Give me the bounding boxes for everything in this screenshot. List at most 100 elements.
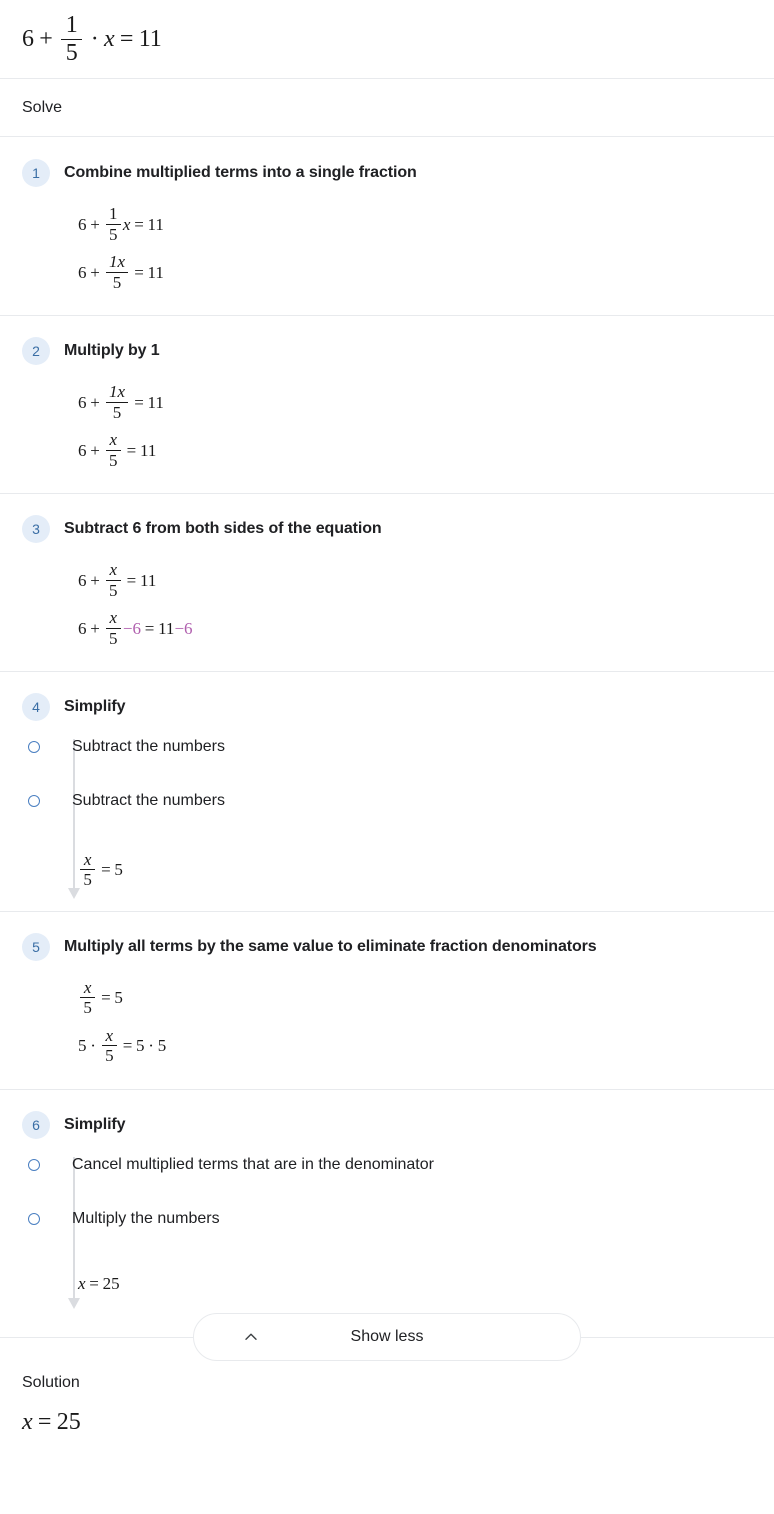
fraction: x 5 bbox=[80, 979, 95, 1017]
equals-operator: = bbox=[119, 26, 134, 52]
step-title: Subtract 6 from both sides of the equati… bbox=[64, 520, 382, 537]
fraction-numerator: 1 bbox=[65, 12, 78, 39]
step-title: Multiply by 1 bbox=[64, 342, 160, 359]
math-line: 5 · x 5 = 5 · 5 bbox=[78, 1025, 774, 1067]
chevron-up-icon bbox=[242, 1328, 260, 1346]
step-header: 5 Multiply all terms by the same value t… bbox=[22, 932, 774, 961]
term: 6 bbox=[78, 214, 87, 234]
fraction: 1x 5 bbox=[105, 382, 129, 422]
substep-label: Subtract the numbers bbox=[72, 792, 225, 809]
step-header: 1 Combine multiplied terms into a single… bbox=[22, 159, 774, 187]
step-number-badge: 3 bbox=[22, 515, 50, 543]
fraction-numerator: x bbox=[83, 850, 92, 869]
term: 25 bbox=[56, 1408, 81, 1435]
term: 6 bbox=[78, 440, 87, 460]
equals-operator: = bbox=[122, 1036, 133, 1056]
substep-item[interactable]: Cancel multiplied terms that are in the … bbox=[28, 1151, 774, 1179]
circle-marker-icon bbox=[28, 795, 40, 807]
multiplication-dot: · bbox=[90, 26, 99, 52]
substep-label: Cancel multiplied terms that are in the … bbox=[72, 1155, 434, 1173]
equals-operator: = bbox=[134, 262, 144, 282]
step-number-badge: 4 bbox=[22, 693, 50, 721]
step-2: 2 Multiply by 1 6 + 1x 5 = 11 6 + x 5 = … bbox=[0, 315, 774, 493]
fraction-denominator: 5 bbox=[108, 224, 118, 244]
step-3: 3 Subtract 6 from both sides of the equa… bbox=[0, 493, 774, 671]
fraction-denominator: 5 bbox=[108, 628, 118, 648]
term: 6 bbox=[78, 392, 87, 412]
equals-operator: = bbox=[126, 570, 137, 590]
highlighted-term-right: −6 bbox=[174, 618, 193, 638]
math-line: 6 + x 5 −6 = 11 −6 bbox=[78, 607, 774, 649]
term: 11 bbox=[158, 618, 175, 638]
plus-operator: + bbox=[90, 392, 100, 412]
step-4: 4 Simplify Subtract the numbers Subtract… bbox=[0, 671, 774, 911]
circle-marker-icon bbox=[28, 1212, 40, 1225]
solve-label: Solve bbox=[22, 98, 63, 116]
equals-operator: = bbox=[134, 392, 144, 412]
term: 6 bbox=[78, 262, 87, 282]
term: 5 bbox=[136, 1036, 145, 1056]
step-body: 6 + x 5 = 11 6 + x 5 −6 = 11 −6 bbox=[22, 547, 774, 649]
term: 5 bbox=[78, 1036, 87, 1056]
math-line: 6 + 1 5 x = 11 bbox=[78, 203, 774, 245]
equals-operator: = bbox=[126, 440, 137, 460]
term: 11 bbox=[139, 440, 157, 460]
step-body: x 5 = 5 5 · x 5 = 5 · 5 bbox=[22, 965, 774, 1067]
circle-marker-icon bbox=[28, 741, 40, 753]
variable-x: x bbox=[22, 1408, 33, 1435]
math-line: 6 + x 5 = 11 bbox=[78, 559, 774, 601]
fraction-numerator: x bbox=[105, 1025, 114, 1045]
fraction-denominator: 5 bbox=[112, 402, 122, 422]
step-5: 5 Multiply all terms by the same value t… bbox=[0, 910, 774, 1089]
step-result-equation: x = 25 bbox=[72, 1259, 774, 1299]
circle-marker-icon bbox=[28, 1158, 40, 1171]
fraction-numerator: x bbox=[109, 608, 117, 628]
variable-x: x bbox=[103, 26, 115, 52]
problem-equation: 6 + 1 5 · x = 11 bbox=[22, 13, 162, 65]
fraction-numerator: x bbox=[109, 560, 117, 580]
solution-section: Solution x = 25 bbox=[0, 1354, 774, 1434]
variable-x: x bbox=[78, 1274, 86, 1294]
fraction-numerator: x bbox=[83, 977, 92, 997]
show-less-button[interactable]: Show less bbox=[193, 1313, 581, 1362]
highlighted-term-left: −6 bbox=[122, 618, 141, 638]
step-result-equation: x 5 = 5 bbox=[72, 841, 774, 889]
substep-item[interactable]: Multiply the numbers bbox=[28, 1205, 774, 1233]
fraction: x 5 bbox=[102, 1027, 117, 1065]
fraction: 1x 5 bbox=[105, 252, 129, 291]
fraction-denominator: 5 bbox=[83, 998, 92, 1018]
fraction-denominator: 5 bbox=[105, 1046, 114, 1066]
step-number-badge: 1 bbox=[22, 159, 50, 187]
step-title: Simplify bbox=[64, 1115, 126, 1133]
multiplication-dot: · bbox=[90, 1036, 96, 1056]
fraction: 1 5 bbox=[61, 12, 83, 66]
term: 11 bbox=[147, 392, 164, 412]
math-line: x 5 = 5 bbox=[78, 977, 774, 1019]
plus-operator: + bbox=[90, 618, 100, 638]
fraction: x 5 bbox=[105, 431, 121, 470]
fraction-denominator: 5 bbox=[108, 450, 118, 470]
fraction-numerator: 1x bbox=[108, 252, 126, 272]
equation-term: 6 bbox=[22, 26, 34, 52]
substep-item[interactable]: Subtract the numbers bbox=[28, 787, 774, 815]
solution-steps-list: 1 Combine multiplied terms into a single… bbox=[0, 137, 774, 1321]
substep-list: Cancel multiplied terms that are in the … bbox=[22, 1143, 774, 1309]
math-line: 6 + x 5 = 11 bbox=[78, 429, 774, 471]
step-header: 2 Multiply by 1 bbox=[22, 337, 774, 365]
solution-label: Solution bbox=[22, 1373, 80, 1391]
substep-item[interactable]: Subtract the numbers bbox=[28, 733, 774, 761]
plus-operator: + bbox=[90, 570, 100, 590]
fraction-numerator: 1x bbox=[108, 382, 126, 402]
fraction-denominator: 5 bbox=[65, 39, 78, 66]
step-6: 6 Simplify Cancel multiplied terms that … bbox=[0, 1088, 774, 1321]
term: 25 bbox=[102, 1274, 120, 1294]
multiplication-dot: · bbox=[148, 1036, 154, 1056]
fraction-numerator: 1 bbox=[108, 204, 118, 224]
step-header: 3 Subtract 6 from both sides of the equa… bbox=[22, 515, 774, 543]
step-body: 6 + 1x 5 = 11 6 + x 5 = 11 bbox=[22, 369, 774, 471]
equals-operator: = bbox=[101, 988, 111, 1008]
equals-operator: = bbox=[144, 618, 155, 638]
step-header: 6 Simplify bbox=[22, 1110, 774, 1139]
math-line: 6 + 1x 5 = 11 bbox=[78, 381, 774, 423]
plus-operator: + bbox=[90, 214, 100, 234]
